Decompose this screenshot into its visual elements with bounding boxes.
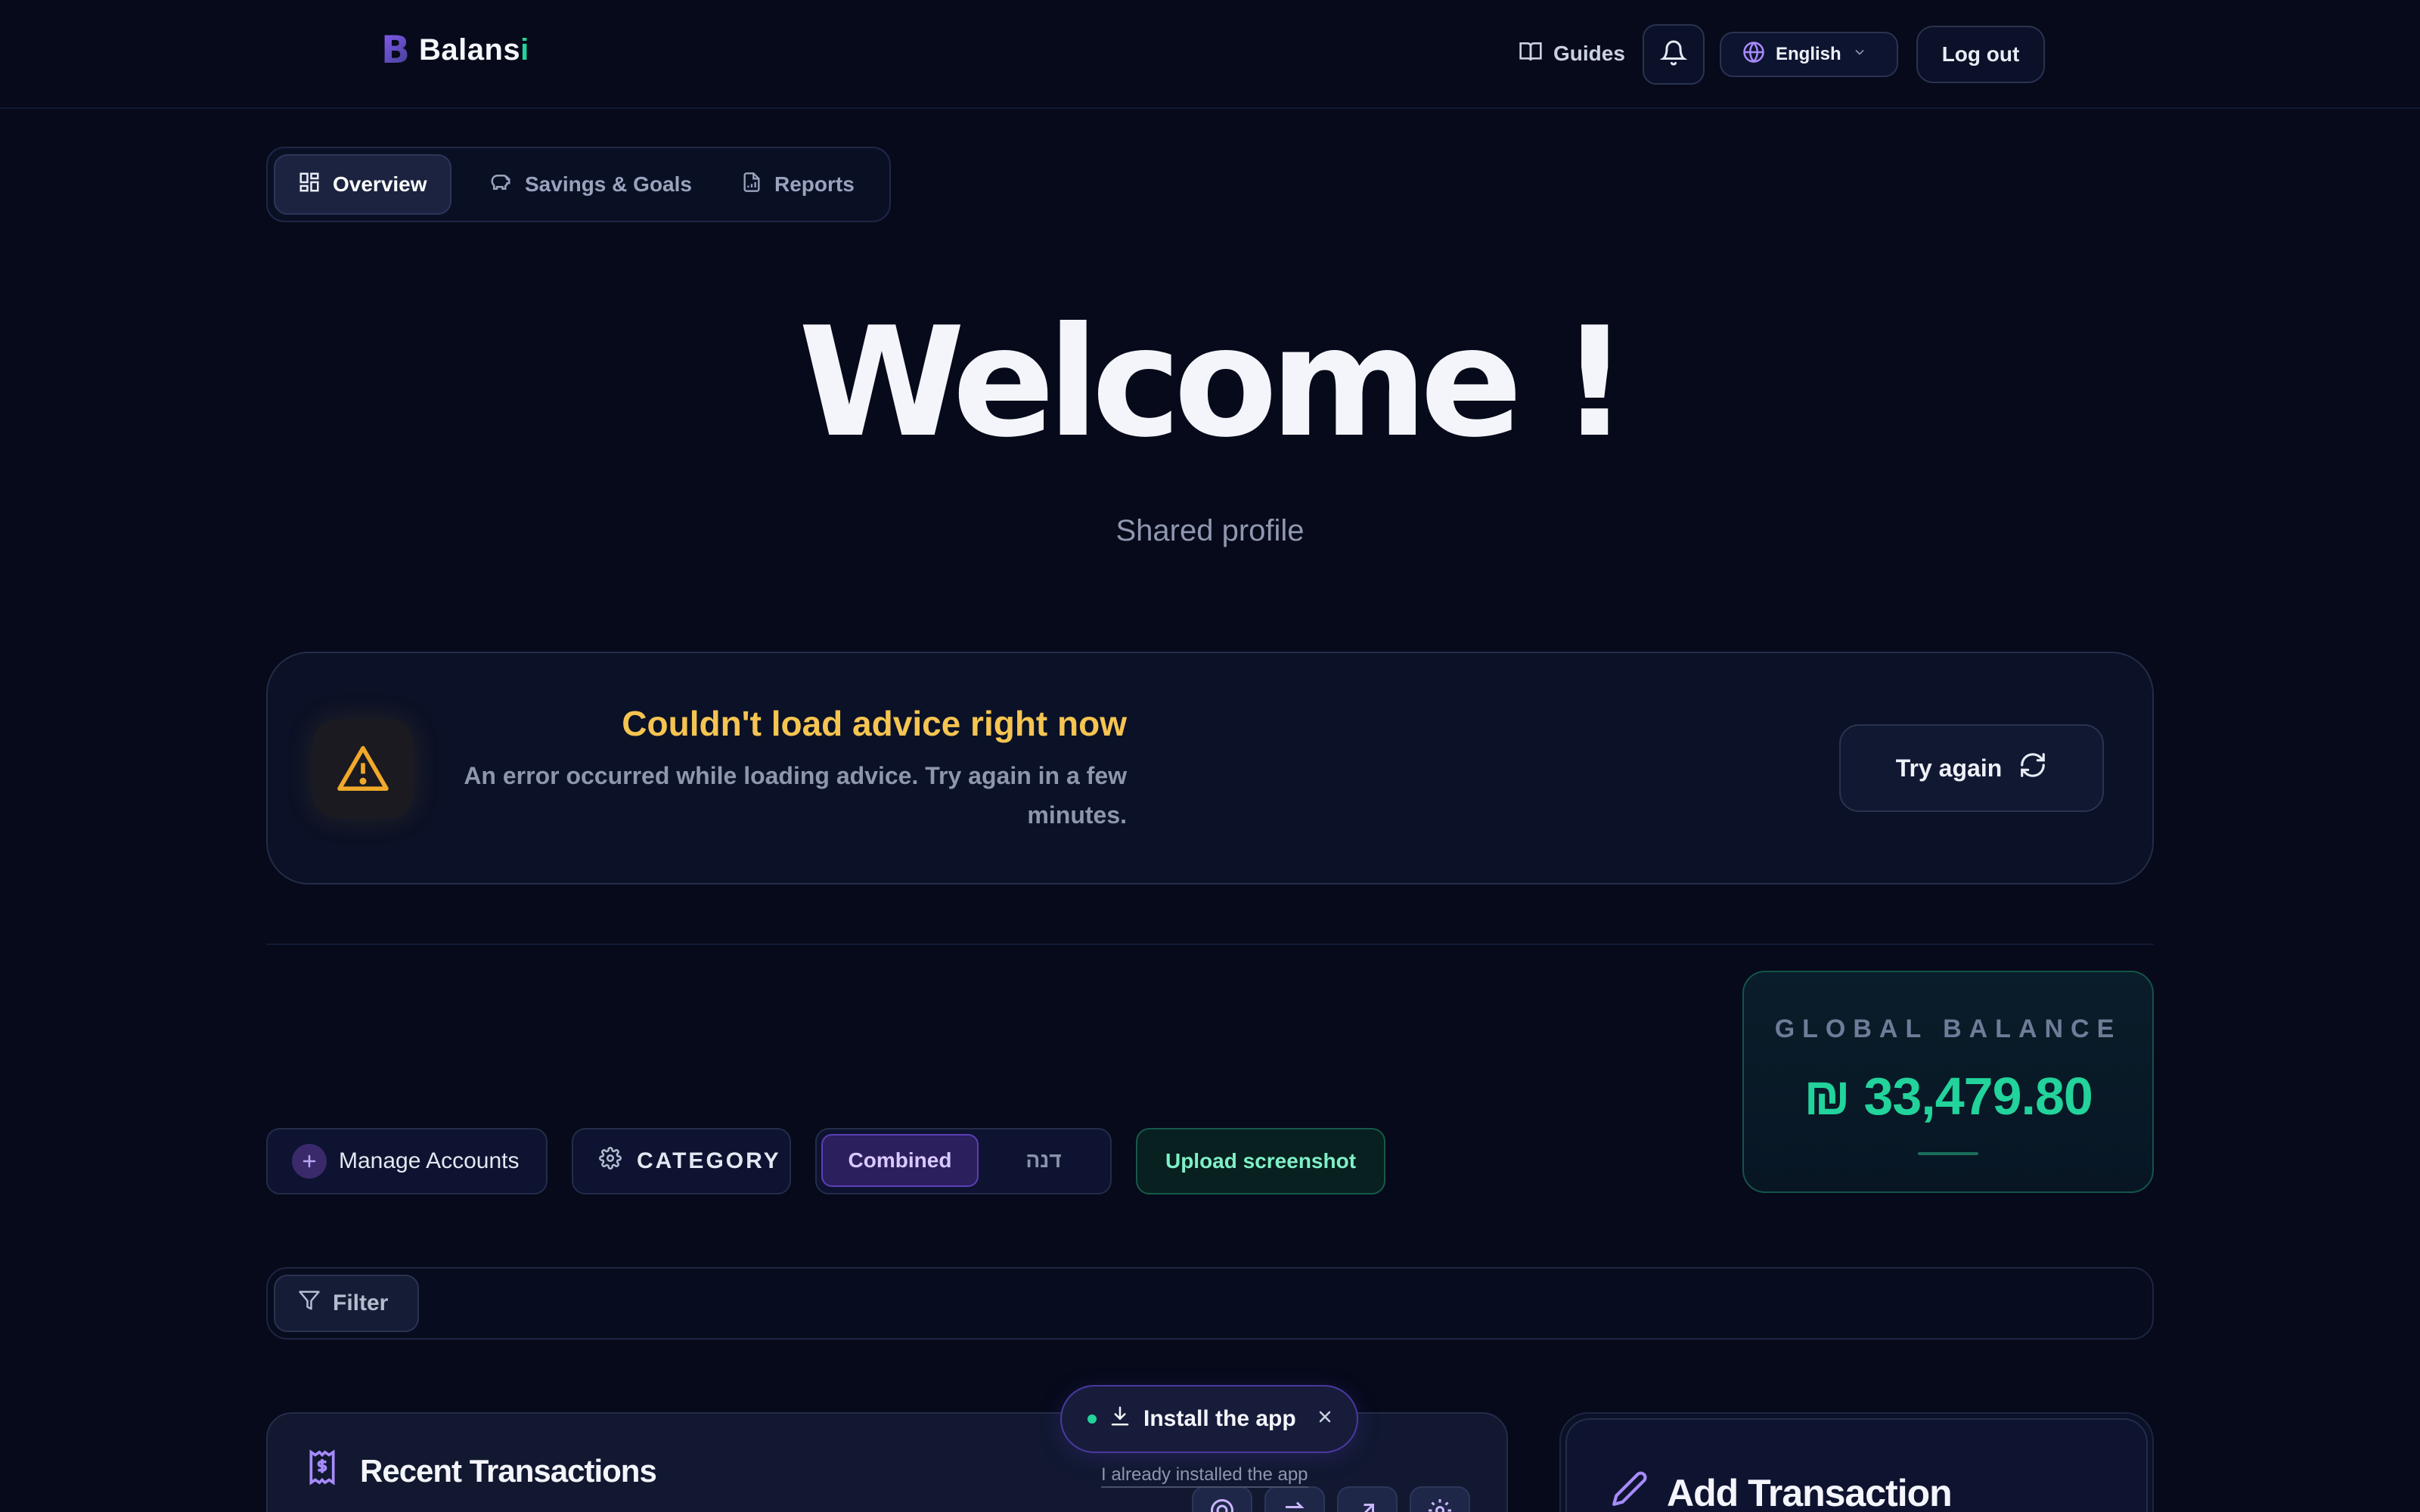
target-icon	[1208, 1497, 1236, 1512]
try-again-button[interactable]: Try again	[1839, 724, 2104, 812]
logout-button[interactable]: Log out	[1916, 26, 2045, 83]
chevron-down-icon	[1852, 44, 1867, 65]
toggle-combined[interactable]: Combined	[821, 1134, 979, 1187]
balance-underline	[1918, 1152, 1978, 1155]
advice-error-message: An error occurred while loading advice. …	[464, 762, 1127, 829]
refresh-icon	[2018, 751, 2047, 785]
warning-badge	[313, 720, 413, 818]
filter-label: Filter	[333, 1290, 389, 1315]
warning-icon	[337, 744, 389, 795]
guides-label: Guides	[1553, 42, 1625, 65]
recent-transactions-header: Recent Transactions	[306, 1448, 657, 1494]
arrow-right-icon	[1281, 1497, 1308, 1512]
tab-label: Savings & Goals	[525, 172, 692, 196]
filter-bar	[266, 1267, 2154, 1340]
expand-button[interactable]	[1337, 1486, 1398, 1512]
arrow-up-right-icon	[1354, 1497, 1381, 1512]
bell-icon	[1659, 39, 1688, 71]
globe-icon	[1742, 41, 1765, 69]
tab-label: Reports	[774, 172, 855, 196]
gear-icon	[599, 1147, 622, 1176]
already-installed-link[interactable]: I already installed the app	[1101, 1464, 1308, 1488]
category-button[interactable]: CATEGORY	[572, 1128, 791, 1194]
add-transaction-title: Add Transaction	[1667, 1472, 1953, 1512]
top-bar	[0, 0, 2420, 109]
recent-transactions-title: Recent Transactions	[360, 1453, 657, 1489]
global-balance-value: ₪ 33,479.80	[1804, 1067, 2093, 1126]
tab-overview[interactable]: Overview	[274, 154, 451, 215]
settings-button[interactable]	[1410, 1486, 1470, 1512]
download-icon	[1109, 1405, 1131, 1433]
language-selector[interactable]: English	[1720, 32, 1898, 77]
install-app-pill[interactable]: Install the app	[1060, 1385, 1358, 1453]
app-logo[interactable]: B Balansi	[381, 30, 529, 70]
book-icon	[1519, 40, 1543, 68]
scan-button[interactable]	[1192, 1486, 1252, 1512]
grid-icon	[298, 171, 321, 199]
funnel-icon	[298, 1289, 321, 1318]
transfer-button[interactable]	[1264, 1486, 1325, 1512]
section-divider	[266, 943, 2154, 945]
upload-screenshot-button[interactable]: Upload screenshot	[1136, 1128, 1385, 1194]
notifications-button[interactable]	[1643, 24, 1705, 85]
status-dot	[1087, 1414, 1097, 1424]
transaction-toolbar	[1192, 1486, 1470, 1512]
manage-accounts-button[interactable]: Manage Accounts	[266, 1128, 548, 1194]
cog-icon	[1426, 1497, 1454, 1512]
app-name: Balansi	[419, 33, 529, 67]
tab-savings-goals[interactable]: Savings & Goals	[466, 154, 715, 215]
tab-label: Overview	[333, 172, 427, 196]
plus-icon	[292, 1144, 327, 1179]
category-label: CATEGORY	[637, 1148, 781, 1173]
close-icon[interactable]	[1316, 1406, 1334, 1432]
file-chart-icon	[741, 170, 762, 200]
profile-subtitle: Shared profile	[1115, 514, 1305, 547]
install-app-label: Install the app	[1143, 1406, 1296, 1431]
advice-error-title: Couldn't load advice right now	[622, 704, 1127, 743]
pencil-icon	[1611, 1470, 1649, 1512]
receipt-icon	[306, 1448, 339, 1494]
piggy-bank-icon	[489, 171, 513, 199]
global-balance-label: GLOBAL BALANCE	[1774, 1015, 2122, 1043]
toggle-member[interactable]: דנה	[983, 1134, 1104, 1187]
filter-button[interactable]: Filter	[274, 1275, 419, 1332]
manage-accounts-label: Manage Accounts	[339, 1148, 520, 1173]
logo-mark: B	[381, 28, 411, 72]
try-again-label: Try again	[1895, 754, 2003, 782]
tab-reports[interactable]: Reports	[718, 154, 877, 215]
guides-link[interactable]: Guides	[1519, 35, 1625, 73]
language-label: English	[1776, 44, 1841, 64]
page-title: Welcome !	[798, 295, 1630, 471]
add-transaction-header: Add Transaction	[1611, 1470, 1953, 1512]
main-tabs: Overview Savings & Goals Reports	[266, 147, 891, 222]
